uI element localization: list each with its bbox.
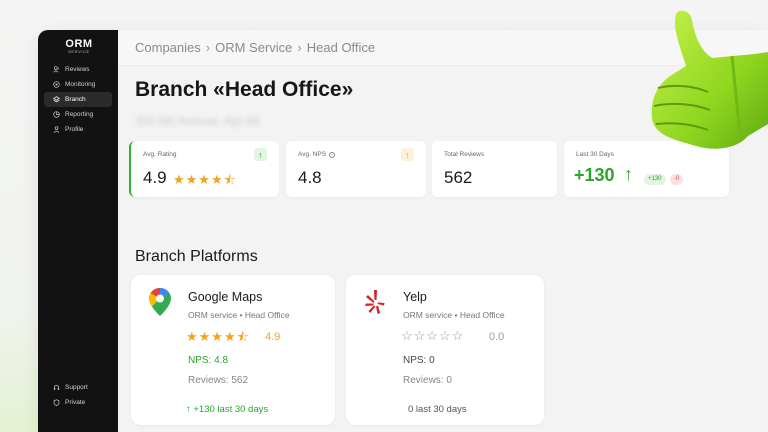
breadcrumb-item[interactable]: Companies [135,40,201,55]
sidebar-item-branch[interactable]: Branch [44,92,112,107]
platform-rating: 0.0 [489,331,505,343]
platform-reviews: Reviews: 562 [188,375,249,386]
sidebar-item-label: Branch [65,96,86,103]
arrow-up-icon: ↑ [254,148,267,161]
platform-nps: NPS: 0 [403,355,435,366]
stat-label: Avg. NPS [298,151,327,158]
sidebar: ORM SERVICE Reviews Monitoring Branch Re… [38,30,118,432]
lock-icon [52,399,60,407]
stat-label: Last 30 Days [576,151,614,158]
report-icon [52,111,60,119]
platform-name: Yelp [403,290,427,304]
stat-card-total: Total Reviews 562 [432,141,557,197]
sidebar-item-label: Monitoring [65,81,96,88]
sidebar-item-label: Private [65,399,86,406]
star-rating: ★★★★⯪ [186,329,250,344]
star-rating: ☆☆☆☆☆ [401,328,465,343]
platform-card-yelp[interactable]: Yelp ORM service • Head Office ☆☆☆☆☆ 0.0… [346,275,544,425]
platform-recent: 0 last 30 days [408,404,467,415]
breadcrumb-item-current: Head Office [306,40,376,55]
branch-address: 350 5th Avenue, Apt 48 [135,114,259,128]
stat-value: 4.8 [298,168,322,187]
breadcrumb-item[interactable]: ORM Service [215,40,292,55]
sidebar-item-reporting[interactable]: Reporting [44,107,112,122]
sidebar-item-support[interactable]: Support [44,380,112,395]
sidebar-item-label: Reporting [65,111,94,118]
sidebar-item-reviews[interactable]: Reviews [44,62,112,77]
google-maps-icon [147,287,173,317]
stat-value: 562 [444,168,473,187]
thumbs-up-icon [642,6,768,176]
users-icon [52,66,60,74]
platform-recent: ↑ +130 last 30 days [186,404,269,415]
sidebar-item-profile[interactable]: Profile [44,122,112,137]
page-title: Branch «Head Office» [135,78,354,101]
yelp-icon [362,287,388,317]
sidebar-item-label: Support [65,384,88,391]
platform-name: Google Maps [188,290,263,304]
stat-value: 4.9 [143,168,167,187]
sidebar-nav: Reviews Monitoring Branch Reporting Prof… [44,62,112,137]
platform-subtitle: ORM service • Head Office [188,310,290,320]
arrow-up-icon: ↑ [401,148,414,161]
platform-reviews: Reviews: 0 [403,375,452,386]
user-icon [52,126,60,134]
stat-label-wrap: Avg. NPS i [298,151,336,158]
platform-rating: 4.9 [265,331,281,343]
stat-card-rating: Avg. Rating ↑ 4.9 ★★★★⯪ [129,141,279,197]
monitor-icon [52,81,60,89]
support-icon [52,384,60,392]
section-title: Branch Platforms [135,248,258,265]
sidebar-item-label: Profile [65,126,84,133]
platform-nps: NPS: 4.8 [188,355,229,366]
sidebar-item-private[interactable]: Private [44,395,112,410]
stat-card-nps: Avg. NPS i ↑ 4.8 [286,141,426,197]
platform-subtitle: ORM service • Head Office [403,310,505,320]
stat-value: +130 [574,165,615,185]
sidebar-item-label: Reviews [65,66,90,73]
chevron-right-icon: › [297,40,302,55]
stat-label: Total Reviews [444,151,485,158]
info-icon[interactable]: i [329,151,336,158]
star-rating: ★★★★⯪ [173,172,237,187]
arrow-up-icon: ↑ [624,164,633,184]
sidebar-item-monitoring[interactable]: Monitoring [44,77,112,92]
chevron-right-icon: › [205,40,211,55]
branch-icon [52,96,60,104]
logo[interactable]: ORM SERVICE [62,38,96,54]
platform-card-google-maps[interactable]: Google Maps ORM service • Head Office ★★… [131,275,335,425]
stat-label: Avg. Rating [143,151,177,158]
sidebar-bottom: Support Private [44,380,112,410]
